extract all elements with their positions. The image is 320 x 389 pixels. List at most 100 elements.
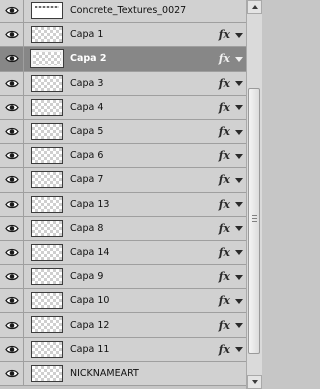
visibility-toggle[interactable] (0, 71, 24, 95)
layer-row[interactable]: Capa 8 fx (0, 216, 246, 241)
layer-list: Concrete_Textures_0027 Capa 1 fx Capa 2 fx Ca… (0, 0, 246, 389)
layer-row[interactable]: Concrete_Textures_0027 (0, 0, 246, 24)
layer-thumbnail[interactable] (31, 171, 63, 189)
layer-thumbnail[interactable] (31, 26, 63, 44)
scroll-down-button[interactable] (247, 375, 262, 389)
layer-thumbnail[interactable] (31, 364, 63, 382)
expand-effects-icon[interactable] (235, 153, 243, 159)
layer-name[interactable]: Capa 13 (70, 193, 109, 216)
visibility-toggle[interactable] (0, 192, 24, 216)
layer-name[interactable]: Capa 11 (70, 338, 109, 361)
expand-effects-icon[interactable] (235, 56, 243, 62)
visibility-toggle[interactable] (0, 337, 24, 361)
layer-name[interactable]: Capa 9 (70, 265, 103, 288)
expand-effects-icon[interactable] (235, 81, 243, 87)
expand-effects-icon[interactable] (235, 202, 243, 208)
layer-name[interactable]: Capa 4 (70, 96, 103, 119)
layer-name[interactable]: Capa 3 (70, 72, 103, 95)
layer-thumbnail[interactable] (31, 316, 63, 334)
layer-thumbnail[interactable] (31, 195, 63, 213)
layers-panel: Concrete_Textures_0027 Capa 1 fx Capa 2 fx Ca… (0, 0, 262, 389)
layer-row[interactable]: NICKNAMEART (0, 361, 246, 386)
expand-effects-icon[interactable] (235, 347, 243, 353)
layer-thumbnail[interactable] (31, 268, 63, 286)
layer-name[interactable]: Capa 10 (70, 289, 109, 312)
layer-thumbnail[interactable] (31, 147, 63, 165)
layer-thumbnail[interactable] (30, 49, 64, 69)
visibility-toggle[interactable] (0, 144, 24, 168)
visibility-toggle[interactable] (0, 119, 24, 144)
fx-icon[interactable]: fx (219, 72, 230, 95)
visibility-toggle[interactable] (0, 361, 24, 385)
layer-thumbnail[interactable] (31, 219, 63, 237)
expand-effects-icon[interactable] (235, 274, 243, 280)
visibility-toggle[interactable] (0, 216, 24, 240)
scroll-up-button[interactable] (247, 0, 262, 14)
layer-thumbnail[interactable] (31, 243, 63, 261)
layer-row[interactable]: Capa 7 fx (0, 168, 246, 193)
layer-row[interactable]: Capa 5 fx (0, 119, 246, 145)
fx-icon[interactable]: fx (219, 47, 230, 70)
fx-icon[interactable]: fx (219, 168, 230, 191)
layer-name[interactable]: Capa 14 (70, 241, 109, 264)
layer-name[interactable]: Capa 12 (70, 313, 109, 336)
scrollbar-thumb[interactable] (248, 88, 260, 354)
layer-thumbnail[interactable] (31, 292, 63, 310)
layer-thumbnail[interactable] (31, 98, 63, 116)
layer-row[interactable]: Capa 1 fx (0, 23, 246, 48)
fx-icon[interactable]: fx (219, 120, 230, 143)
layer-thumbnail[interactable] (31, 74, 63, 92)
fx-icon[interactable]: fx (219, 338, 230, 361)
layer-thumbnail[interactable] (31, 340, 63, 358)
layer-name[interactable]: Capa 2 (70, 47, 107, 70)
fx-icon[interactable]: fx (219, 241, 230, 264)
layer-row[interactable]: Capa 11 fx (0, 337, 246, 362)
visibility-toggle[interactable] (0, 289, 24, 313)
visibility-toggle[interactable] (0, 265, 24, 289)
visibility-toggle[interactable] (0, 0, 24, 23)
layer-name[interactable]: Capa 1 (70, 23, 103, 46)
visibility-toggle[interactable] (0, 313, 24, 337)
expand-effects-icon[interactable] (235, 226, 243, 232)
expand-effects-icon[interactable] (235, 129, 243, 135)
layer-name[interactable]: NICKNAMEART (70, 362, 139, 385)
layer-row[interactable]: Capa 14 fx (0, 240, 246, 266)
fx-icon[interactable]: fx (219, 96, 230, 119)
layer-name[interactable]: Concrete_Textures_0027 (70, 0, 186, 22)
layer-thumbnail[interactable] (31, 122, 63, 140)
fx-icon[interactable]: fx (219, 144, 230, 167)
expand-effects-icon[interactable] (235, 298, 243, 304)
layer-name[interactable]: Capa 6 (70, 144, 103, 167)
layer-name[interactable]: Capa 8 (70, 217, 103, 240)
layer-name[interactable]: Capa 7 (70, 168, 103, 191)
visibility-toggle[interactable] (0, 240, 24, 265)
layer-thumbnail[interactable] (31, 2, 63, 19)
layer-row[interactable]: Capa 6 fx (0, 144, 246, 169)
visibility-toggle[interactable] (0, 168, 24, 192)
eye-icon (4, 6, 19, 15)
expand-effects-icon[interactable] (235, 32, 243, 38)
expand-effects-icon[interactable] (235, 177, 243, 183)
fx-icon[interactable]: fx (219, 23, 230, 46)
layer-row[interactable]: Capa 3 fx (0, 71, 246, 96)
fx-icon[interactable]: fx (219, 193, 230, 216)
vertical-scrollbar[interactable] (246, 0, 262, 389)
layer-row[interactable]: Capa 13 fx (0, 192, 246, 217)
eye-icon (4, 175, 19, 184)
visibility-toggle[interactable] (0, 23, 24, 47)
layer-row[interactable]: Capa 12 fx (0, 313, 246, 338)
expand-effects-icon[interactable] (235, 105, 243, 111)
fx-icon[interactable]: fx (219, 217, 230, 240)
layer-row[interactable]: Capa 9 fx (0, 265, 246, 290)
fx-icon[interactable]: fx (219, 265, 230, 288)
expand-effects-icon[interactable] (235, 323, 243, 329)
layer-row[interactable]: Capa 4 fx (0, 95, 246, 120)
visibility-toggle[interactable] (0, 95, 24, 119)
layer-row[interactable]: Capa 2 fx (0, 47, 246, 72)
layer-name[interactable]: Capa 5 (70, 120, 103, 143)
fx-icon[interactable]: fx (219, 313, 230, 336)
expand-effects-icon[interactable] (235, 250, 243, 256)
fx-icon[interactable]: fx (219, 289, 230, 312)
layer-row[interactable]: Capa 10 fx (0, 289, 246, 314)
visibility-toggle[interactable] (0, 47, 24, 71)
